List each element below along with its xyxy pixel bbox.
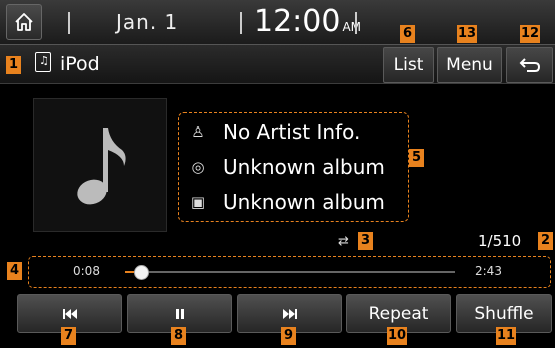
badge-11: 11 [496, 327, 517, 345]
title-row: ▣ Unknown album [187, 187, 385, 217]
badge-12: 12 [520, 25, 541, 43]
badge-8: 8 [171, 327, 186, 345]
person-icon: ♙ [191, 123, 205, 141]
album-name: Unknown album [223, 155, 385, 179]
badge-6: 6 [400, 25, 415, 43]
badge-1: 1 [6, 56, 21, 74]
badge-13: 13 [457, 25, 478, 43]
list-button[interactable]: List [383, 47, 434, 83]
track-count: 1/510 [478, 232, 522, 250]
music-file-icon: ♫ [35, 52, 51, 72]
home-button[interactable] [6, 4, 42, 40]
clock-ampm: AM [342, 20, 362, 34]
progress-track[interactable] [125, 265, 455, 280]
clock-display: 12:00 AM [254, 4, 361, 39]
badge-4: 4 [7, 262, 22, 280]
next-track-icon [282, 308, 297, 319]
track-info-panel: ♙ No Artist Info. ◎ Unknown album ▣ Unkn… [178, 112, 409, 222]
album-art [33, 98, 167, 232]
back-button[interactable] [506, 47, 553, 83]
divider [68, 12, 70, 34]
badge-10: 10 [387, 327, 408, 345]
artist-name: No Artist Info. [223, 120, 361, 144]
badge-7: 7 [61, 327, 76, 345]
music-note-icon [77, 128, 126, 205]
music-file-icon: ▣ [190, 193, 206, 211]
elapsed-time: 0:08 [73, 264, 100, 278]
home-icon [15, 13, 33, 31]
album-disc-icon: ◎ [191, 158, 205, 176]
pause-icon [175, 308, 184, 319]
menu-button[interactable]: Menu [437, 47, 502, 83]
artist-row: ♙ No Artist Info. [187, 117, 360, 147]
progress-knob[interactable] [134, 265, 150, 280]
clock-time: 12:00 [254, 4, 341, 39]
previous-track-icon [62, 308, 77, 319]
progress-bar-area: 0:08 2:43 [28, 256, 551, 288]
source-label: iPod [60, 53, 100, 75]
divider [355, 12, 357, 34]
divider [240, 12, 242, 34]
badge-9: 9 [281, 327, 296, 345]
badge-2: 2 [538, 232, 553, 250]
date-display: Jan. 1 [116, 10, 179, 34]
badge-5: 5 [409, 149, 424, 167]
song-title: Unknown album [223, 190, 385, 214]
back-arrow-icon [519, 58, 540, 72]
album-row: ◎ Unknown album [187, 152, 385, 182]
repeat-mode-icon: ⇄ [338, 234, 349, 249]
badge-3: 3 [358, 232, 373, 250]
total-time: 2:43 [475, 264, 502, 278]
